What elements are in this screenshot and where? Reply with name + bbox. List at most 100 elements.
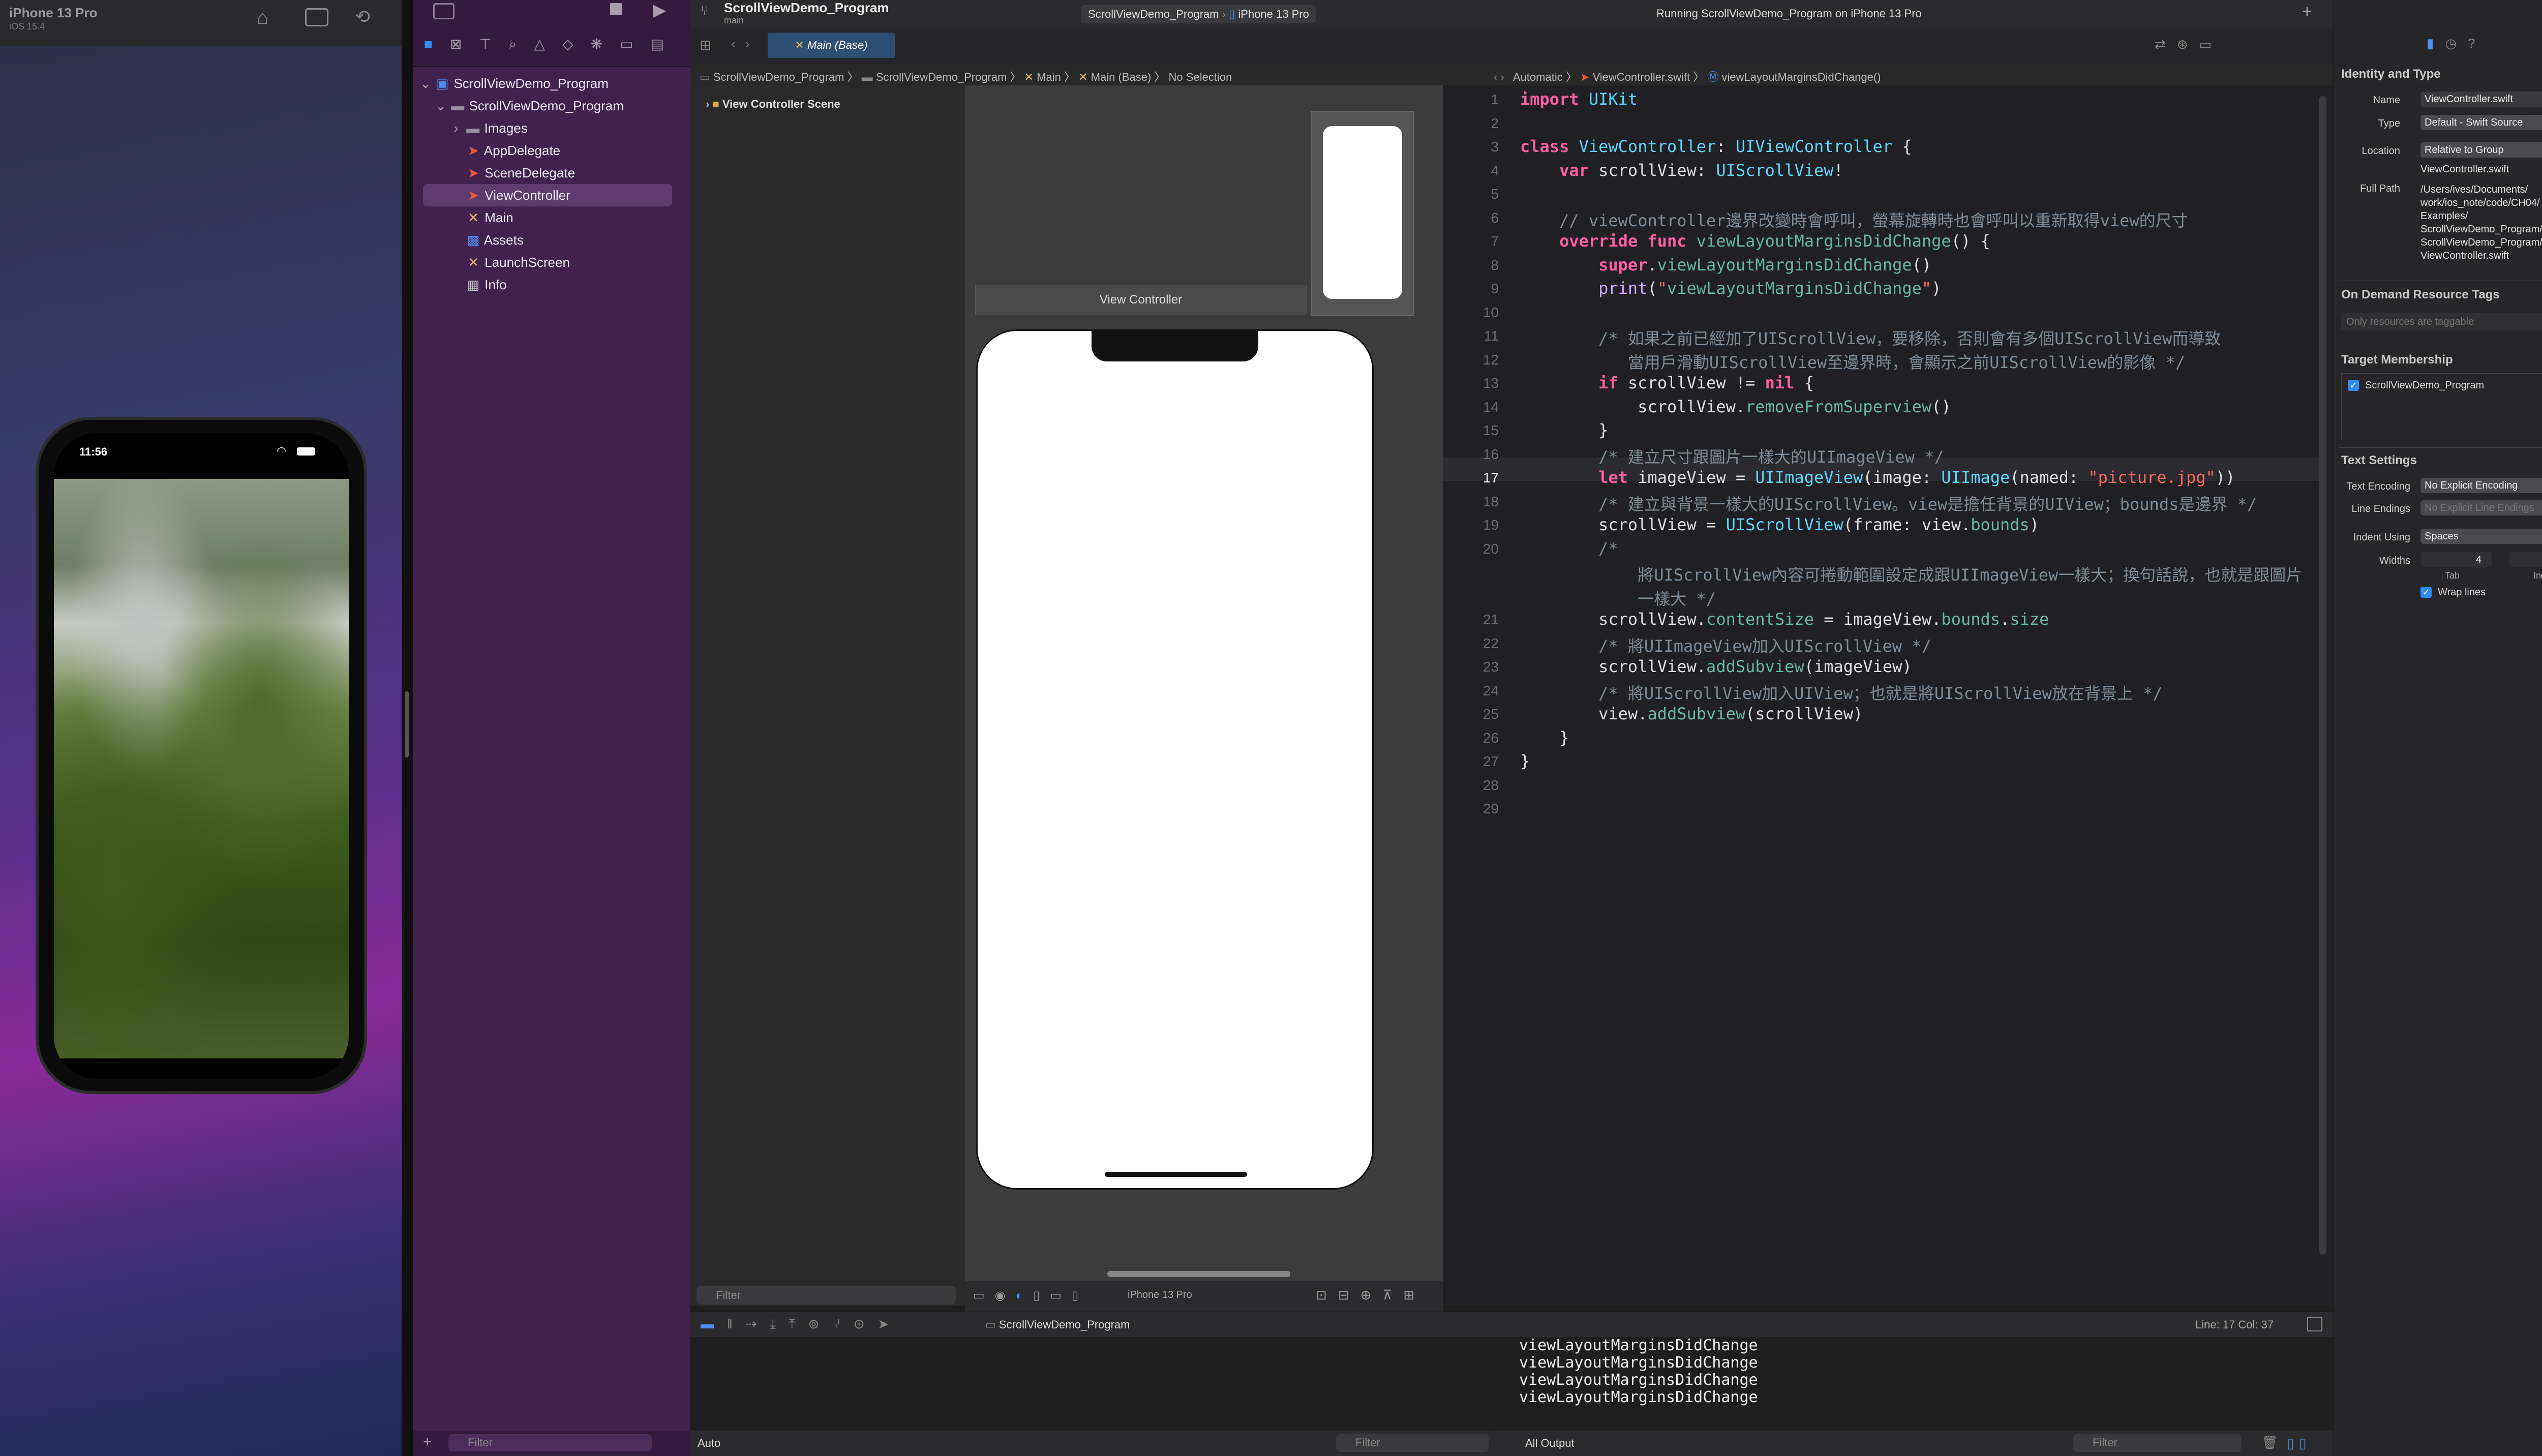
trash-icon[interactable]: 🗑: [2261, 1435, 2278, 1450]
scroll-view-image[interactable]: [54, 479, 349, 1058]
code-line[interactable]: scrollView.addSubview(imageView): [1520, 657, 1912, 676]
line-number[interactable]: 8: [1458, 257, 1499, 274]
ib-device-label[interactable]: iPhone 13 Pro: [1128, 1289, 1192, 1301]
list-item[interactable]: ✕ Main: [466, 206, 513, 229]
code-line[interactable]: }: [1520, 751, 1530, 771]
test-icon[interactable]: ◇: [562, 36, 591, 52]
debug-icon[interactable]: ❋: [591, 36, 620, 52]
list-item[interactable]: ▩ Assets: [466, 229, 524, 251]
code-line[interactable]: scrollView = UIScrollView(frame: view.bo…: [1520, 515, 2039, 534]
breakpoint-icon[interactable]: ▭: [620, 36, 650, 52]
view-controller-canvas[interactable]: [976, 329, 1374, 1190]
code-line[interactable]: var scrollView: UIScrollView!: [1520, 161, 1843, 180]
folder-nav-icon[interactable]: ■: [424, 36, 450, 52]
panel-toggle-icons[interactable]: ▯▯: [2287, 1436, 2312, 1451]
line-number[interactable]: 12: [1458, 352, 1499, 368]
issue-icon[interactable]: △: [534, 36, 562, 52]
layout-tools[interactable]: ⊡⊟⊕⊼⊞: [1316, 1287, 1426, 1303]
code-line[interactable]: scrollView.contentSize = imageView.bound…: [1520, 610, 2049, 629]
find-icon[interactable]: ⌕: [509, 36, 534, 52]
report-icon[interactable]: ▤: [651, 36, 681, 52]
add-icon[interactable]: +: [423, 1434, 432, 1451]
stop-icon[interactable]: [610, 3, 622, 15]
sidebar-toggle-icon[interactable]: [433, 3, 455, 19]
list-item-selected[interactable]: ➤ ViewController: [423, 184, 672, 206]
console-output[interactable]: viewLayoutMarginsDidChange viewLayoutMar…: [1495, 1337, 2334, 1439]
line-number[interactable]: 11: [1458, 328, 1499, 344]
breadcrumb[interactable]: ▭ ScrollViewDemo_Program 〉 ▬ ScrollViewD…: [700, 68, 1232, 84]
line-number[interactable]: 10: [1458, 305, 1499, 321]
inspector-tabs[interactable]: ▮◷?: [2427, 36, 2486, 51]
list-item[interactable]: ▦ Info: [466, 274, 507, 296]
code-line[interactable]: }: [1520, 728, 1569, 747]
tab-main-base[interactable]: ✕ Main (Base): [768, 33, 895, 58]
list-item[interactable]: ➤ SceneDelegate: [466, 162, 575, 184]
symbol-icon[interactable]: ⊤: [479, 36, 508, 52]
outline-filter-input[interactable]: Filter: [697, 1286, 956, 1305]
line-number[interactable]: 5: [1458, 186, 1499, 202]
storyboard-canvas[interactable]: View Controller: [965, 85, 1449, 1306]
line-number[interactable]: 2: [1458, 115, 1499, 132]
vc-title-bar[interactable]: View Controller: [975, 285, 1307, 315]
line-number[interactable]: 7: [1458, 233, 1499, 250]
line-number[interactable]: 14: [1458, 399, 1499, 415]
line-endings-select[interactable]: No Explicit Line Endings: [2420, 500, 2542, 515]
line-number[interactable]: 20: [1458, 541, 1499, 557]
line-number[interactable]: 25: [1458, 706, 1499, 722]
line-number[interactable]: 29: [1458, 801, 1499, 817]
code-line[interactable]: // viewController邊界改變時會呼叫，螢幕旋轉時也會呼叫以重新取得…: [1520, 208, 2188, 231]
indent-using-select[interactable]: Spaces: [2420, 529, 2542, 544]
iphone-screen[interactable]: 11:56 ◠: [54, 433, 349, 1079]
line-number[interactable]: 22: [1458, 635, 1499, 652]
wrap-lines-checkbox[interactable]: ✓: [2420, 587, 2432, 598]
horizontal-scrollbar[interactable]: [1107, 1271, 1290, 1277]
rotate-icon[interactable]: ⟲: [355, 6, 370, 27]
debug-area-toggle-icon[interactable]: [2307, 1317, 2322, 1331]
history-nav[interactable]: ‹›: [731, 36, 759, 52]
variables-mode-select[interactable]: Auto: [698, 1437, 720, 1450]
type-select[interactable]: Default - Swift Source: [2420, 115, 2542, 130]
list-item[interactable]: › ▬ Images: [450, 117, 528, 139]
code-line[interactable]: /* 建立與背景一樣大的UIScrollView。view是擔任背景的UIVie…: [1520, 492, 2257, 515]
odr-tags-field[interactable]: Only resources are taggable: [2341, 313, 2542, 330]
code-line[interactable]: import UIKit: [1520, 89, 1638, 109]
list-item[interactable]: ✕ LaunchScreen: [466, 251, 570, 274]
line-number[interactable]: 24: [1458, 683, 1499, 699]
source-control-icon[interactable]: ⊠: [450, 36, 479, 52]
debug-controls[interactable]: ▬‖⇢⤓⤒⊚⑂⊙➤: [701, 1316, 902, 1332]
code-line[interactable]: 當用戶滑動UIScrollView至邊界時，會顯示之前UIScrollView的…: [1520, 350, 2185, 373]
console-filter-input[interactable]: Filter: [2073, 1434, 2241, 1452]
list-item[interactable]: ➤ AppDelegate: [466, 139, 560, 162]
resize-handle[interactable]: [405, 691, 409, 757]
line-number[interactable]: 6: [1458, 210, 1499, 226]
line-number[interactable]: 16: [1458, 446, 1499, 463]
list-item[interactable]: ⌄ ▣ ScrollViewDemo_Program: [420, 72, 609, 95]
line-number[interactable]: 1: [1458, 92, 1499, 108]
output-mode-select[interactable]: All Output: [1525, 1437, 1575, 1450]
code-line[interactable]: override func viewLayoutMarginsDidChange…: [1520, 231, 1990, 251]
line-number[interactable]: 13: [1458, 375, 1499, 391]
history-icon[interactable]: ◷: [2445, 36, 2468, 51]
run-icon[interactable]: ▶: [653, 0, 666, 20]
grid-icon[interactable]: ⊞: [700, 37, 711, 53]
code-line[interactable]: super.viewLayoutMarginsDidChange(): [1520, 255, 1931, 275]
line-number[interactable]: 23: [1458, 659, 1499, 675]
library-add-icon[interactable]: +: [2302, 2, 2312, 22]
name-field[interactable]: ViewController.swift: [2420, 92, 2542, 107]
line-number[interactable]: 9: [1458, 281, 1499, 297]
code-line[interactable]: print("viewLayoutMarginsDidChange"): [1520, 279, 1941, 298]
navigator-filter-input[interactable]: Filter: [448, 1434, 652, 1451]
code-line[interactable]: /*: [1520, 539, 1618, 558]
variables-view[interactable]: [690, 1337, 1495, 1431]
line-number[interactable]: 26: [1458, 730, 1499, 746]
breadcrumb[interactable]: ‹ › Automatic 〉 ➤ ViewController.swift 〉…: [1494, 68, 1881, 84]
editor-options[interactable]: ⇄⊛▭: [2155, 37, 2223, 52]
code-line[interactable]: view.addSubview(scrollView): [1520, 704, 1863, 723]
line-number[interactable]: 4: [1458, 163, 1499, 179]
debug-target[interactable]: ▭ ScrollViewDemo_Program: [985, 1318, 1130, 1331]
list-item[interactable]: ⌄ ▬ ScrollViewDemo_Program: [435, 95, 624, 117]
editor-scrollbar[interactable]: [2319, 96, 2326, 1255]
line-number[interactable]: 15: [1458, 422, 1499, 439]
scheme-selector[interactable]: ScrollViewDemo_Program › ▯ iPhone 13 Pro: [1081, 5, 1316, 23]
screenshot-icon[interactable]: [305, 8, 328, 26]
